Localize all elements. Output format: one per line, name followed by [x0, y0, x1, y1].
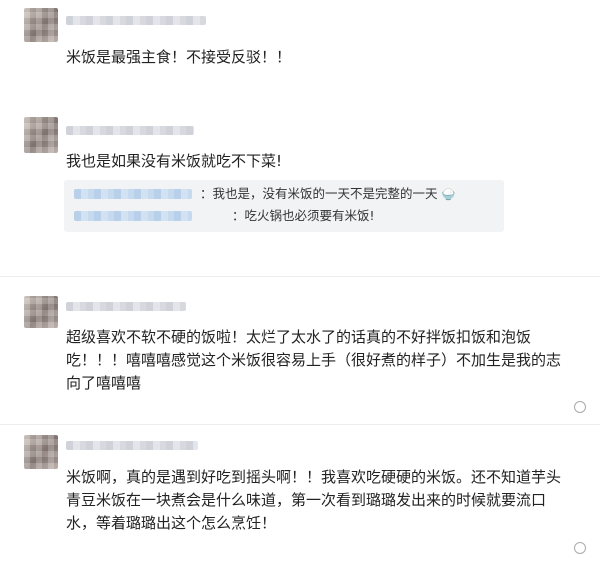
username-blurred[interactable]: [66, 441, 198, 450]
comment-text-line-2: 青豆米饭在一块煮会是什么味道，第一次看到璐璐发出来的时候就要流口: [66, 491, 547, 509]
comment-icon[interactable]: [574, 542, 586, 554]
comment-text-line-2: 吃！！！嘻嘻嘻感觉这个米饭很容易上手（很好煮的样子）不加生是我的志: [66, 351, 562, 369]
reply-text: ：吃火锅也必须要有米饭!: [232, 208, 375, 223]
divider: [0, 424, 600, 425]
username-blurred[interactable]: [66, 126, 194, 135]
divider: [0, 276, 600, 277]
avatar[interactable]: [24, 117, 58, 153]
avatar[interactable]: [24, 296, 58, 328]
reply-text: ：我也是，没有米饭的一天不是完整的一天 🍚: [200, 185, 455, 204]
comment-text-line-3: 水，等着璐璐出这个怎么烹饪！: [66, 514, 277, 532]
comment-text-line-1: 超级喜欢不软不硬的饭啦！太烂了太水了的话真的不好拌饭扣饭和泡饭: [66, 328, 532, 346]
comment-icon[interactable]: [574, 401, 586, 413]
avatar[interactable]: [24, 435, 58, 469]
avatar[interactable]: [24, 8, 58, 42]
reply-box: ：我也是，没有米饭的一天不是完整的一天 🍚 ：吃火锅也必须要有米饭!: [64, 180, 504, 232]
comment-text-line-3: 向了嘻嘻嘻: [66, 374, 142, 392]
comment-text-line-1: 米饭啊，真的是遇到好吃到摇头啊！！我喜欢吃硬硬的米饭。还不知道芋头: [66, 468, 562, 486]
comment-text: 米饭是最强主食！不接受反驳！！: [66, 48, 292, 66]
reply-username-blurred[interactable]: [74, 211, 192, 221]
comment-text: 我也是如果没有米饭就吃不下菜!: [66, 152, 283, 170]
username-blurred[interactable]: [66, 302, 186, 311]
reply-username-blurred[interactable]: [74, 189, 192, 199]
rice-bowl-emoji-icon: 🍚: [441, 188, 456, 201]
reply-text-content: ：我也是，没有米饭的一天不是完整的一天: [200, 186, 438, 201]
username-blurred[interactable]: [66, 16, 206, 25]
